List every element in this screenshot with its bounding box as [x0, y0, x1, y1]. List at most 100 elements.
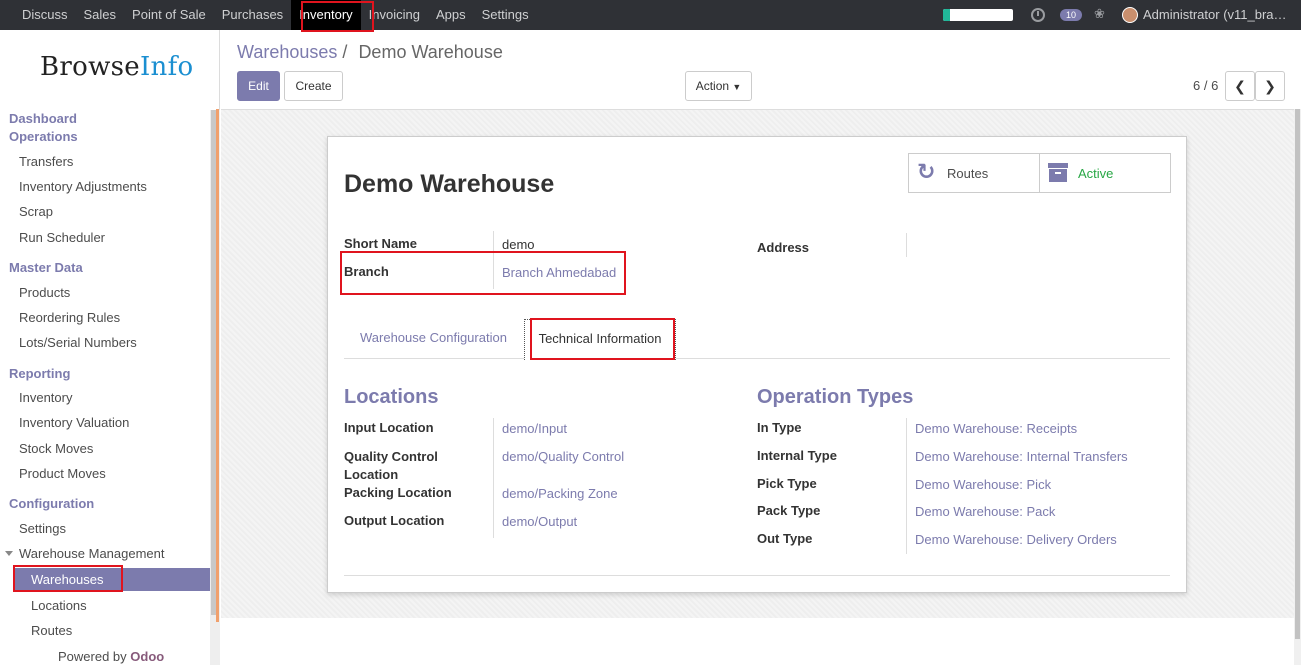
sidebar-item-stock-moves[interactable]: Stock Moves	[19, 441, 93, 456]
menu-apps[interactable]: Apps	[428, 0, 474, 30]
company-logo: BrowseInfo	[40, 52, 193, 82]
pick-type-label: Pick Type	[757, 476, 817, 491]
clock-icon[interactable]	[1031, 8, 1045, 22]
menu-settings[interactable]: Settings	[474, 0, 537, 30]
operation-types-separator	[906, 418, 907, 554]
in-type-value[interactable]: Demo Warehouse: Receipts	[915, 421, 1077, 436]
powered-by-text: Powered by	[58, 649, 127, 664]
sidebar-item-reordering-rules[interactable]: Reordering Rules	[19, 310, 120, 325]
routes-label: Routes	[947, 166, 989, 181]
action-label: Action	[695, 79, 730, 93]
branch-value[interactable]: Branch Ahmedabad	[502, 265, 616, 280]
short-name-value[interactable]: demo	[502, 237, 535, 252]
breadcrumb-warehouses[interactable]: Warehouses	[237, 42, 337, 62]
caret-down-icon[interactable]	[5, 551, 13, 556]
powered-by: Powered by Odoo	[58, 649, 164, 664]
sidebar-item-warehouses-label: Warehouses	[31, 572, 104, 587]
address-separator	[906, 233, 907, 257]
sidebar-item-scrap[interactable]: Scrap	[19, 204, 53, 219]
sidebar-item-run-scheduler[interactable]: Run Scheduler	[19, 230, 105, 245]
sidebar-item-inventory-valuation[interactable]: Inventory Valuation	[19, 415, 129, 430]
archive-icon	[1048, 163, 1068, 183]
sidebar-item-products[interactable]: Products	[19, 285, 70, 300]
tab-warehouse-configuration[interactable]: Warehouse Configuration	[350, 319, 517, 359]
sidebar-item-warehouses[interactable]: Warehouses	[14, 568, 210, 591]
chat-icon[interactable]: 10	[1060, 9, 1082, 21]
content-scrollbar[interactable]	[1294, 109, 1301, 665]
menu-invoicing[interactable]: Invoicing	[361, 0, 428, 30]
content-scrollbar-thumb[interactable]	[1295, 109, 1300, 639]
sidebar-item-product-moves[interactable]: Product Moves	[19, 466, 106, 481]
output-location-label: Output Location	[344, 513, 445, 528]
breadcrumb: Warehouses / Demo Warehouse	[237, 42, 503, 63]
sidebar: BrowseInfo Dashboard Operations Transfer…	[0, 30, 220, 665]
menu-sales[interactable]: Sales	[76, 0, 125, 30]
active-label: Active	[1078, 166, 1114, 181]
sidebar-item-lots-serial-numbers[interactable]: Lots/Serial Numbers	[19, 335, 137, 350]
out-type-value[interactable]: Demo Warehouse: Delivery Orders	[915, 532, 1117, 547]
pager-value[interactable]: 6 / 6	[1193, 78, 1218, 93]
avatar[interactable]	[1122, 7, 1138, 23]
pack-type-label: Pack Type	[757, 503, 821, 518]
pack-type-value[interactable]: Demo Warehouse: Pack	[915, 504, 1055, 519]
locations-title: Locations	[344, 386, 439, 408]
tab-technical-information[interactable]: Technical Information	[524, 319, 676, 360]
sidebar-section-dashboard[interactable]: Dashboard	[0, 111, 77, 126]
logo-text-info: Info	[139, 52, 194, 82]
bug-icon[interactable]: ❀	[1094, 6, 1105, 22]
caret-down-icon: ▼	[732, 82, 742, 92]
in-type-label: In Type	[757, 420, 802, 435]
quality-control-location-value[interactable]: demo/Quality Control	[502, 449, 624, 464]
onboarding-progress-bar[interactable]	[943, 9, 1013, 21]
sidebar-section-operations: Operations	[9, 129, 78, 144]
button-box: ↻ Routes Active	[908, 153, 1171, 193]
sidebar-item-locations[interactable]: Locations	[31, 598, 87, 613]
odoo-brand-link[interactable]: Odoo	[130, 649, 164, 664]
quality-control-location-label: Quality Control Location	[344, 449, 438, 482]
packing-location-label: Packing Location	[344, 485, 452, 500]
sidebar-item-inventory-adjustments[interactable]: Inventory Adjustments	[19, 179, 147, 194]
input-location-value[interactable]: demo/Input	[502, 421, 567, 436]
output-location-value[interactable]: demo/Output	[502, 514, 577, 529]
breadcrumb-separator: /	[342, 42, 348, 62]
menu-inventory[interactable]: Inventory	[291, 0, 361, 30]
top-navbar: Discuss Sales Point of Sale Purchases In…	[0, 0, 1301, 30]
routes-button[interactable]: ↻ Routes	[909, 154, 1040, 192]
sidebar-section-configuration: Configuration	[9, 496, 95, 511]
menu-discuss[interactable]: Discuss	[14, 0, 76, 30]
form-sheet	[327, 136, 1187, 593]
sidebar-accent-bar	[216, 109, 219, 622]
notebook-tabs: Warehouse Configuration Technical Inform…	[344, 319, 1170, 360]
sidebar-section-master-data: Master Data	[9, 260, 83, 275]
action-dropdown[interactable]: Action ▼	[685, 71, 752, 101]
menu-point-of-sale[interactable]: Point of Sale	[124, 0, 214, 30]
field-separator	[493, 231, 494, 289]
sidebar-item-transfers[interactable]: Transfers	[19, 154, 73, 169]
active-toggle-button[interactable]: Active	[1040, 154, 1171, 192]
out-type-label: Out Type	[757, 531, 813, 546]
short-name-label: Short Name	[344, 236, 417, 251]
user-menu[interactable]: Administrator (v11_bra…	[1143, 0, 1287, 30]
menu-purchases[interactable]: Purchases	[214, 0, 291, 30]
form-divider	[344, 575, 1170, 576]
internal-type-value[interactable]: Demo Warehouse: Internal Transfers	[915, 449, 1128, 464]
create-button[interactable]: Create	[284, 71, 343, 101]
edit-button[interactable]: Edit	[237, 71, 280, 101]
operation-types-title: Operation Types	[757, 386, 914, 408]
locations-separator	[493, 418, 494, 538]
address-label: Address	[757, 240, 810, 255]
breadcrumb-current: Demo Warehouse	[358, 42, 503, 62]
pager-previous-button[interactable]: ❮	[1225, 71, 1255, 101]
pick-type-value[interactable]: Demo Warehouse: Pick	[915, 477, 1051, 492]
input-location-label: Input Location	[344, 420, 434, 435]
app-menu: Discuss Sales Point of Sale Purchases In…	[14, 0, 537, 30]
logo-text-browse: Browse	[40, 52, 140, 82]
sidebar-item-routes[interactable]: Routes	[31, 623, 72, 638]
sidebar-item-inventory-report[interactable]: Inventory	[19, 390, 72, 405]
sidebar-item-warehouse-management[interactable]: Warehouse Management	[19, 546, 165, 561]
packing-location-value[interactable]: demo/Packing Zone	[502, 486, 618, 501]
sidebar-item-settings[interactable]: Settings	[19, 521, 66, 536]
branch-label: Branch	[344, 264, 389, 279]
record-title[interactable]: Demo Warehouse	[344, 170, 554, 199]
pager-next-button[interactable]: ❯	[1255, 71, 1285, 101]
